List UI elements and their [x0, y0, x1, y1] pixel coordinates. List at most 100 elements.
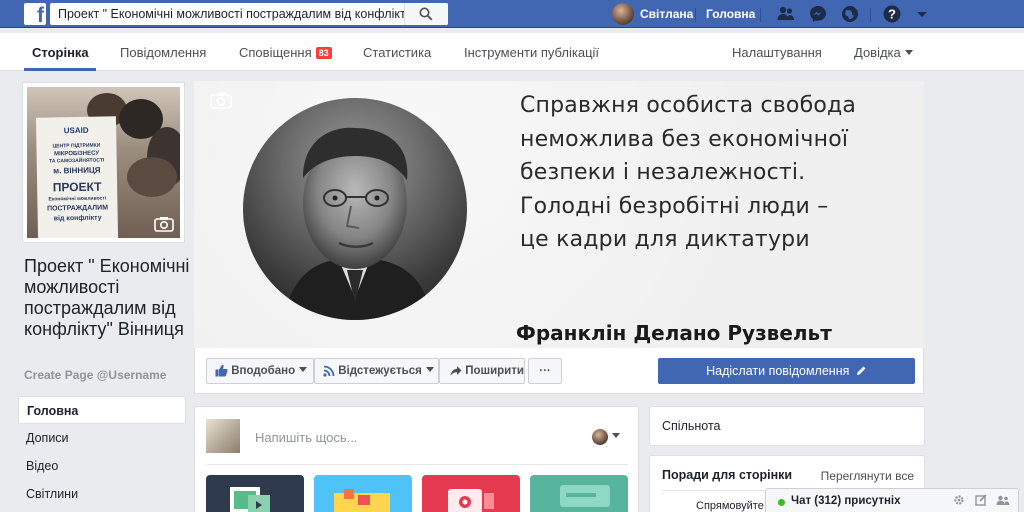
divider [207, 464, 628, 465]
tab-page[interactable]: Сторінка [32, 45, 89, 60]
left-navigation: Головна Дописи Відео Світлини [18, 396, 186, 508]
photo-icon [230, 487, 270, 512]
quote-line: неможлива без економічної [520, 126, 849, 152]
banner-text: м. ВІННИЦЯ [53, 165, 101, 176]
post-as-selector[interactable] [592, 429, 620, 445]
left-nav-item-photos[interactable]: Світлини [18, 480, 186, 508]
compose-message-icon[interactable] [974, 494, 987, 506]
photo-people-shape [127, 157, 177, 197]
live-video-icon [448, 489, 494, 512]
quote-line: Голодні безробітні люди – [520, 193, 829, 219]
photo-video-tile[interactable] [206, 475, 304, 512]
chevron-down-icon [425, 367, 434, 372]
banner-text: ПРОЕКТ [52, 179, 102, 195]
more-options-button[interactable]: ··· [528, 358, 562, 384]
help-icon[interactable]: ? [882, 4, 902, 24]
banner-text: ПОСТРАЖДАЛИМ [46, 204, 109, 213]
quote-author: Франклін Делано Рузвельт [516, 321, 832, 345]
thumbs-up-icon [215, 364, 228, 377]
community-card[interactable]: Спільнота [649, 406, 925, 446]
banner-text: ТА САМОЗАЙНЯТОСТІ [49, 157, 105, 165]
share-arrow-icon [450, 366, 462, 376]
account-menu-caret-icon[interactable] [912, 4, 932, 24]
svg-text:?: ? [888, 7, 896, 22]
share-button[interactable]: Поширити [439, 358, 525, 384]
facebook-logo-icon[interactable]: f [24, 3, 46, 25]
tip-text[interactable]: Спрямовуйте л [696, 500, 773, 512]
left-nav-item-home[interactable]: Головна [18, 396, 186, 424]
search-icon [419, 7, 433, 21]
message-tile[interactable] [530, 475, 628, 512]
notifications-badge: 83 [315, 47, 332, 59]
banner-text: МІКРОБІЗНЕСУ [54, 150, 100, 158]
search-box[interactable]: Проект " Економічні можливості постражда… [50, 3, 448, 25]
share-label: Поширити [465, 365, 524, 377]
cover-photo[interactable]: Справжня особиста свобода неможлива без … [194, 81, 924, 348]
page-title[interactable]: Проект " Економічні можливості постражда… [24, 256, 194, 340]
tab-notifications-label: Сповіщення [239, 45, 312, 60]
create-username-link[interactable]: Create Page @Username [24, 368, 166, 382]
following-label: Відстежується [338, 365, 422, 377]
community-title: Спільнота [662, 419, 721, 433]
live-video-tile[interactable] [422, 475, 520, 512]
quote-line: Справжня особиста свобода [520, 93, 857, 118]
divider [760, 8, 761, 22]
pencil-icon [856, 366, 866, 375]
tab-messages[interactable]: Повідомлення [120, 45, 206, 60]
user-avatar[interactable] [612, 3, 634, 25]
search-input[interactable]: Проект " Економічні можливості постражда… [58, 7, 408, 21]
tab-help[interactable]: Довідка [854, 45, 913, 60]
left-nav-item-posts[interactable]: Дописи [18, 424, 186, 452]
send-message-button[interactable]: Надіслати повідомлення [658, 358, 915, 384]
following-button[interactable]: Відстежується [314, 358, 439, 384]
post-input[interactable]: Напишіть щось... [255, 430, 357, 445]
banner-text: Економічні можливості [48, 195, 107, 203]
page-avatar [206, 419, 240, 453]
top-navigation-bar: f Проект " Економічні можливості постраж… [0, 0, 1024, 28]
portrait-illustration [283, 127, 433, 320]
profile-photo: USAID ЦЕНТР ПІДТРИМКИ МІКРОБІЗНЕСУ ТА СА… [27, 87, 180, 238]
liked-button[interactable]: Вподобано [206, 358, 314, 384]
portrait-photo [243, 98, 467, 320]
profile-picture[interactable]: USAID ЦЕНТР ПІДТРИМКИ МІКРОБІЗНЕСУ ТА СА… [22, 82, 185, 243]
divider [870, 8, 871, 22]
tab-publishing-tools[interactable]: Інструменти публікації [464, 45, 599, 60]
see-all-link[interactable]: Переглянути все [821, 469, 914, 483]
camera-icon[interactable] [154, 216, 174, 232]
online-indicator-icon [778, 499, 785, 506]
quote-line: безпеки і незалежності. [520, 160, 806, 186]
divider [695, 8, 696, 22]
group-chat-icon[interactable] [996, 494, 1010, 506]
friends-icon[interactable] [776, 4, 796, 24]
active-tab-indicator [24, 68, 96, 71]
tab-help-label: Довідка [854, 45, 901, 60]
quote-line: це кадри для диктатури [520, 227, 810, 253]
chevron-down-icon [299, 367, 308, 372]
chevron-down-icon [612, 433, 620, 439]
cover-quote: Справжня особиста свобода неможлива без … [520, 89, 920, 257]
help-caret-icon [904, 50, 913, 55]
chat-controls [947, 494, 1010, 509]
left-nav-item-videos[interactable]: Відео [18, 452, 186, 480]
tab-notifications[interactable]: Сповіщення 83 [239, 45, 332, 60]
banner-stand: USAID ЦЕНТР ПІДТРИМКИ МІКРОБІЗНЕСУ ТА СА… [35, 116, 119, 238]
chat-label: Чат (312) присутніх [791, 495, 901, 507]
page-navigation: Сторінка Повідомлення Сповіщення 83 Стати… [0, 33, 1024, 71]
rss-follow-icon [323, 365, 335, 377]
liked-label: Вподобано [231, 365, 296, 377]
user-profile-link[interactable]: Світлана [640, 7, 693, 21]
page-actions-bar: Вподобано Відстежується Поширити ··· Над… [194, 348, 924, 394]
post-composer: Напишіть щось... [194, 406, 639, 512]
send-message-label: Надіслати повідомлення [706, 364, 850, 378]
chat-bar[interactable]: Чат (312) присутніх [765, 488, 1019, 512]
gear-icon[interactable] [953, 494, 965, 506]
offer-event-tile[interactable] [314, 475, 412, 512]
messenger-icon[interactable] [808, 4, 828, 24]
tab-settings[interactable]: Налаштування [732, 45, 822, 60]
tab-insights[interactable]: Статистика [363, 45, 431, 60]
cover-camera-icon[interactable] [210, 91, 232, 109]
home-link[interactable]: Головна [706, 7, 755, 21]
search-button[interactable] [404, 3, 448, 25]
banner-text: від конфлікту [53, 214, 102, 223]
globe-notifications-icon[interactable] [840, 4, 860, 24]
